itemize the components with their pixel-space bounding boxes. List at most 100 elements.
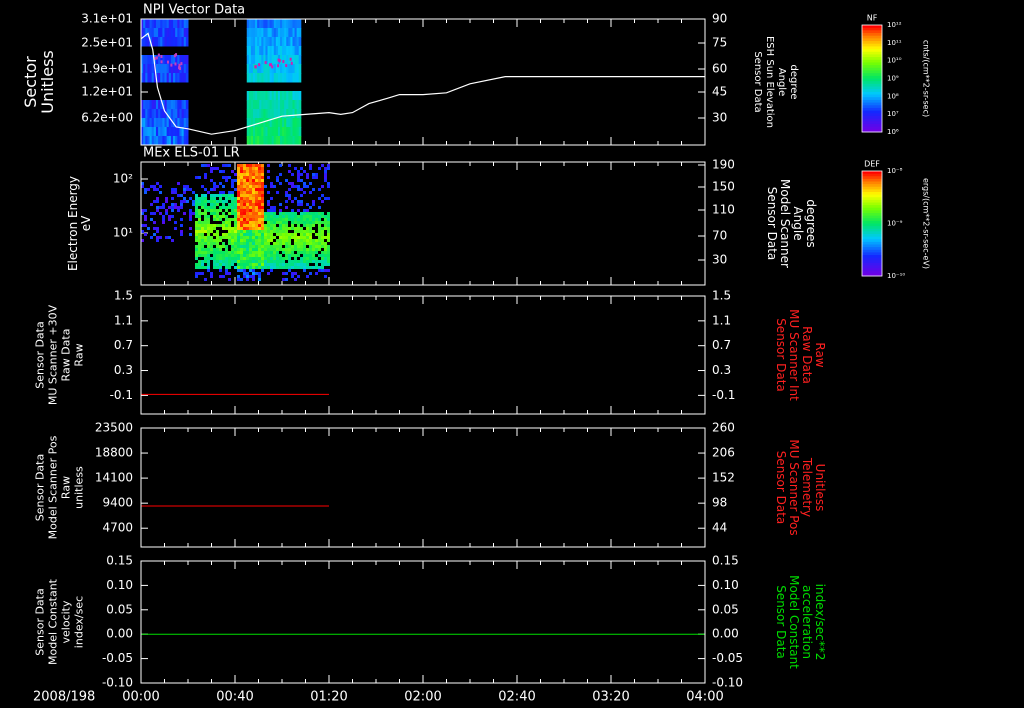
y2-axis-label: Model Constant [787, 575, 801, 669]
panel-3: 1.5 1.1 0.7 0.3 -0.1 1.5 1.1 0.7 0.3 -0.1 Sensor D… [34, 289, 827, 414]
spectrogram-cell [231, 179, 234, 182]
spectrogram-cell [195, 230, 198, 233]
spectrogram-cell [195, 251, 198, 254]
spectrogram-cell [237, 233, 240, 236]
spectrogram-cell [285, 239, 288, 242]
spectrogram-cell [249, 266, 252, 269]
y2-axis-label: Raw Data [800, 326, 814, 384]
spectrogram-cell [249, 191, 252, 194]
spectrogram-cell [219, 239, 222, 242]
spectrogram-cell [297, 260, 300, 263]
spectrogram-cell [222, 251, 225, 254]
heatmap-cell [185, 64, 189, 74]
spectrogram-cell [207, 260, 210, 263]
spectrogram-cell [258, 224, 261, 227]
spectrogram-cell [258, 179, 261, 182]
spectrogram-cell [261, 197, 264, 200]
spectrogram-cell [258, 170, 261, 173]
spectrogram-cell [255, 266, 258, 269]
y-tick-label: 0.00 [106, 627, 133, 641]
spectrogram-cell [252, 173, 255, 176]
spectrogram-cell [231, 218, 234, 221]
spectrogram-cell [213, 239, 216, 242]
spectrogram-cell [297, 170, 300, 173]
spectrogram-cell [273, 236, 276, 239]
spectrogram-cell [198, 215, 201, 218]
spectrogram-cell [306, 185, 309, 188]
spectrogram-cell [237, 245, 240, 248]
spectrogram-cell [198, 245, 201, 248]
spectrogram-cell [255, 206, 258, 209]
spectrogram-cell [171, 209, 174, 212]
spectrogram-cell [237, 212, 240, 215]
spectrogram-cell [261, 257, 264, 260]
spectrogram-cell [186, 185, 189, 188]
spectrogram-cell [252, 164, 255, 167]
spectrogram-cell [234, 218, 237, 221]
heatmap-cell [185, 73, 189, 83]
spectrogram-cell [246, 242, 249, 245]
spectrogram-cell [324, 176, 327, 179]
spectrogram-cell [276, 263, 279, 266]
spectrogram-cell [246, 182, 249, 185]
spectrogram-cell [288, 188, 291, 191]
panel-frame [140, 18, 706, 146]
spectrogram-cell [237, 254, 240, 257]
spectrogram-cell [249, 167, 252, 170]
spectrogram-cell [297, 179, 300, 182]
spectrogram-cell [327, 224, 330, 227]
spectrogram-cell [327, 248, 330, 251]
y-tick-label: 1.2e+01 [81, 85, 133, 99]
spectrogram-cell [270, 215, 273, 218]
spectrogram-cell [255, 209, 258, 212]
spectrogram-cell [198, 224, 201, 227]
spectrogram-cell [261, 209, 264, 212]
spectrogram-cell [303, 260, 306, 263]
spectrogram-cell [312, 212, 315, 215]
y2-tick-label: -0.1 [712, 388, 735, 402]
spectrogram-cell [219, 197, 222, 200]
colorbar-label: 10⁻⁹ [887, 220, 903, 228]
spectrogram-cell [201, 200, 204, 203]
spectrogram-cell [243, 224, 246, 227]
spectrogram-cell [222, 242, 225, 245]
spectrogram-cell [210, 236, 213, 239]
spectrogram-cell [207, 209, 210, 212]
spectrogram-cell [270, 197, 273, 200]
spectrogram-cell [198, 233, 201, 236]
spectrogram-cell [279, 173, 282, 176]
spectrogram-cell [195, 266, 198, 269]
spectrogram-cell [201, 263, 204, 266]
spectrogram-cell [198, 176, 201, 179]
spectrogram-cell [246, 200, 249, 203]
spectrogram-cell [300, 212, 303, 215]
spectrogram-cell [255, 260, 258, 263]
spectrogram-cell [315, 248, 318, 251]
spectrogram-cell [318, 224, 321, 227]
spectrogram-cell [309, 230, 312, 233]
spectrogram-cell [204, 164, 207, 167]
spectrogram-cell [246, 197, 249, 200]
spectrogram-cell [318, 248, 321, 251]
spectrogram-cell [213, 260, 216, 263]
spectrogram-cell [246, 209, 249, 212]
spectrogram-cell [297, 188, 300, 191]
spectrogram-cell [270, 239, 273, 242]
spectrogram-cell [255, 164, 258, 167]
spectrogram-cell [300, 194, 303, 197]
els-spectrogram [141, 164, 705, 286]
spectrogram-cell [243, 263, 246, 266]
spectrogram-cell [285, 254, 288, 257]
spectrogram-cell [249, 269, 252, 272]
spectrogram-cell [255, 230, 258, 233]
spectrogram-cell [324, 179, 327, 182]
spectrogram-cell [261, 233, 264, 236]
spectrogram-cell [183, 185, 186, 188]
spectrogram-cell [243, 236, 246, 239]
spectrogram-cell [291, 182, 294, 185]
spectrogram-cell [162, 221, 165, 224]
y2-axis-label: MU Scanner Int [787, 309, 801, 401]
spectrogram-cell [249, 236, 252, 239]
spectrogram-cell [237, 173, 240, 176]
colorbar-label: 10¹² [887, 21, 902, 29]
